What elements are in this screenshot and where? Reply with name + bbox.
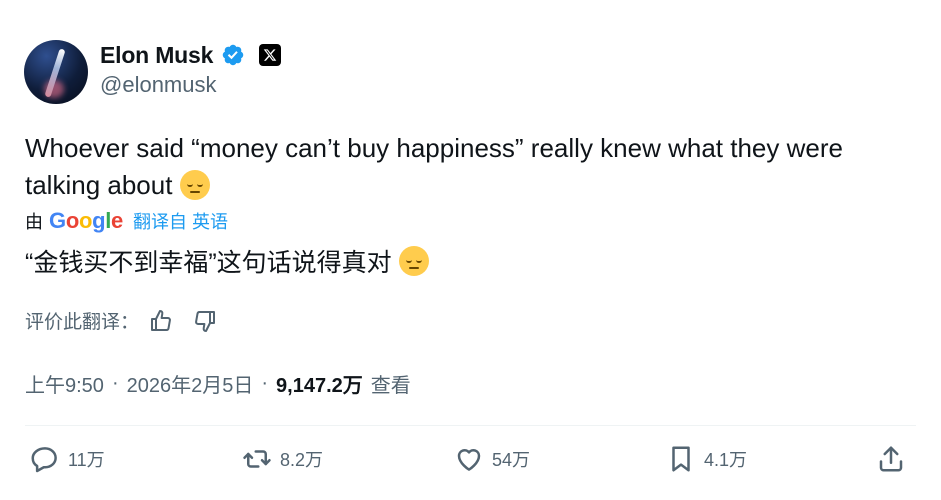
translated-text-content: “金钱买不到幸福”这句话说得真对: [25, 249, 392, 277]
meta-separator: ·: [261, 372, 269, 394]
tweet-text: Whoever said “money can’t buy happiness”…: [25, 130, 915, 204]
translation-attribution: 由 Google 翻译自 英语: [25, 208, 228, 234]
translated-by-label: 由: [25, 212, 43, 232]
thumbs-down-icon[interactable]: [193, 309, 217, 333]
thumbs-up-icon[interactable]: [149, 309, 173, 333]
meta-separator: ·: [111, 372, 119, 394]
bookmark-button[interactable]: 4.1万: [666, 444, 747, 474]
reply-count: 11万: [68, 450, 105, 470]
share-icon: [879, 446, 903, 472]
author-display-name[interactable]: Elon Musk: [100, 42, 213, 69]
reply-button[interactable]: 11万: [30, 444, 105, 474]
tweet-meta: 上午9:50 · 2026年2月5日 · 9,147.2万 查看: [25, 369, 411, 398]
bookmark-count: 4.1万: [704, 450, 748, 470]
views-label: 查看: [370, 375, 411, 397]
avatar[interactable]: [24, 40, 88, 104]
x-logo-icon: [259, 44, 282, 66]
pensive-face-emoji: [179, 170, 210, 200]
author-handle[interactable]: @elonmusk: [100, 72, 217, 98]
share-button[interactable]: [876, 444, 906, 474]
like-count: 54万: [492, 450, 531, 470]
retweet-button[interactable]: 8.2万: [242, 444, 323, 474]
verified-badge-icon[interactable]: [221, 43, 245, 67]
translated-from-link[interactable]: 翻译自 英语: [133, 208, 228, 234]
pensive-face-emoji: [398, 246, 429, 276]
retweet-count: 8.2万: [280, 450, 324, 470]
tweet-text-content: Whoever said “money can’t buy happiness”…: [25, 133, 843, 200]
tweet-date[interactable]: 2026年2月5日: [127, 369, 254, 398]
reply-icon: [31, 447, 57, 473]
translated-text: “金钱买不到幸福”这句话说得真对: [25, 245, 429, 281]
heart-icon: [457, 449, 481, 471]
author-name-row: Elon Musk: [100, 40, 282, 70]
rate-translation-label: 评价此翻译：: [25, 312, 140, 333]
tweet-time[interactable]: 上午9:50: [25, 369, 104, 398]
google-logo: Google: [49, 208, 123, 233]
views-count: 9,147.2万: [276, 375, 363, 397]
divider: [25, 425, 916, 426]
retweet-icon: [243, 450, 271, 468]
like-button[interactable]: 54万: [454, 444, 530, 474]
rate-translation: 评价此翻译：: [25, 307, 217, 334]
action-bar: 11万 8.2万 54万 4.1万: [30, 444, 916, 484]
bookmark-icon: [672, 446, 690, 472]
